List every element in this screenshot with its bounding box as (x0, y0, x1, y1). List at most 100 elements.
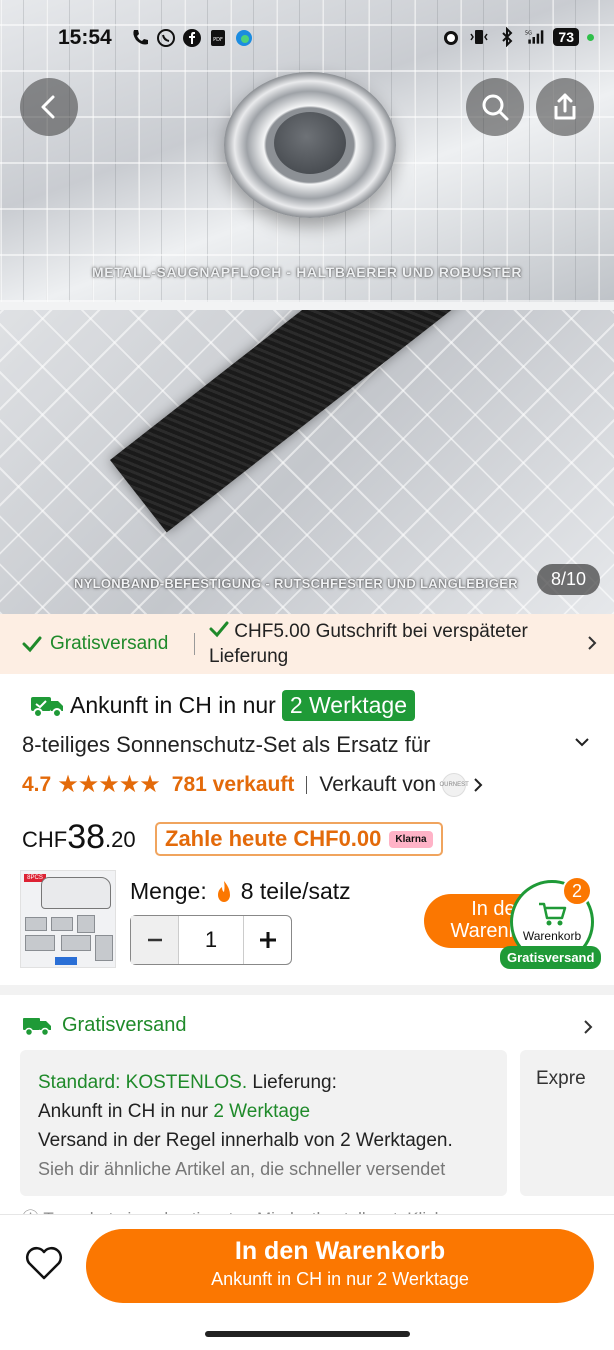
cart-label: Warenkorb (522, 929, 582, 943)
bottom-action-bar: In den Warenkorb Ankunft in CH in nur 2 … (0, 1214, 614, 1350)
share-icon (554, 93, 576, 120)
search-icon (482, 94, 509, 121)
standard-arrival-prefix: Ankunft in CH in nur (38, 1101, 209, 1122)
network-label: 5G (525, 31, 532, 37)
facebook-icon (183, 29, 201, 47)
image-divider (0, 302, 614, 310)
shipping-option-express[interactable]: Expre (520, 1050, 614, 1196)
free-shipping-badge: Gratisversand (500, 946, 602, 969)
signal-icon: 5G (525, 30, 544, 44)
thumbnail-bag (55, 957, 77, 965)
bluetooth-icon (502, 27, 513, 47)
delivery-truck-icon (31, 696, 63, 718)
home-indicator[interactable] (205, 1331, 410, 1337)
usual-shipping-text: Versand in der Regel innerhalb von 2 Wer… (38, 1130, 453, 1151)
check-icon (22, 636, 42, 653)
sold-count: 781 verkauft (171, 772, 295, 796)
privacy-dot (587, 33, 594, 41)
nylon-strap-graphic (110, 310, 614, 533)
price-currency: CHF (22, 827, 68, 852)
arrival-info: Ankunft in CH in nur 2 Werktage (30, 690, 416, 721)
price: CHF 38 .20 (22, 818, 136, 857)
rating-value: 4.7 (22, 772, 52, 796)
product-image-strap (0, 310, 614, 614)
price-decimal: .20 (105, 827, 136, 852)
share-button[interactable] (536, 78, 594, 136)
thumbnail-panel (25, 935, 55, 951)
chevron-down-icon (575, 738, 589, 747)
thumbnail-panel (61, 935, 91, 951)
rating-row[interactable]: 4.7 ★★★★★ 781 verkauft Verkauft von OURN… (22, 770, 484, 799)
similar-items-text: Sieh dir ähnliche Artikel an, die schnel… (38, 1159, 446, 1179)
heart-icon[interactable] (24, 1245, 64, 1281)
klarna-logo: Klarna (389, 830, 433, 848)
cart-count-badge: 2 (562, 876, 592, 906)
image-caption-2: NYLONBAND-BEFESTIGUNG - RUTSCHFESTER UND… (74, 576, 518, 591)
chevron-left-icon (41, 95, 55, 119)
image-counter: 8/10 (536, 564, 600, 595)
promo-separator (194, 633, 195, 655)
notification-icons: PDF (130, 28, 254, 48)
product-title-row[interactable]: 8-teiliges Sonnenschutz-Set als Ersatz f… (22, 732, 602, 758)
quantity-label-row: Menge: 8 teile/satz (130, 878, 351, 905)
shipping-heading-label: Gratisversand (62, 1014, 187, 1036)
shipping-heading[interactable]: Gratisversand (22, 1014, 187, 1037)
add-to-cart-label: In den Warenkorb (234, 1237, 446, 1265)
delivery-label: Lieferung: (252, 1072, 337, 1093)
rating-separator (306, 775, 308, 794)
edge-browser-icon (236, 30, 252, 46)
chevron-right-icon (474, 777, 483, 792)
sold-by-label: Verkauft von (319, 772, 437, 796)
pay-today-label: Zahle heute CHF0.00 (165, 826, 382, 851)
pay-later-badge[interactable]: Zahle heute CHF0.00 Klarna (155, 822, 443, 856)
seller-logo[interactable]: OURNEST (439, 772, 469, 797)
promo-credit: CHF5.00 Gutschrift bei verspäteter Liefe… (209, 619, 569, 669)
add-to-cart-button[interactable]: In den Warenkorb Ankunft in CH in nur 2 … (86, 1229, 594, 1303)
delivery-truck-icon (23, 1017, 51, 1036)
quantity-stepper[interactable]: 1 (130, 915, 292, 965)
variant-thumbnail[interactable]: 8PCS (20, 870, 116, 968)
image-caption-1: METALL-SAUGNAPFLOCH - HALTBAERER UND ROB… (91, 264, 523, 280)
quantity-value[interactable]: 1 (179, 916, 243, 964)
shipping-option-standard[interactable]: Standard: KOSTENLOS. Lieferung: Ankunft … (20, 1050, 507, 1196)
section-divider (0, 985, 614, 995)
standard-arrival-days: 2 Werktage (213, 1101, 311, 1122)
chevron-right-icon (588, 636, 597, 650)
phone-icon (133, 30, 148, 45)
increase-quantity-button[interactable] (243, 916, 291, 964)
promo-strip[interactable]: Gratisversand CHF5.00 Gutschrift bei ver… (0, 614, 614, 674)
alarm-icon (444, 31, 459, 45)
arrival-prefix: Ankunft in CH in nur (70, 692, 276, 718)
battery-indicator: 73 (553, 28, 579, 46)
promo-free-shipping-label: Gratisversand (50, 633, 169, 654)
back-button[interactable] (20, 78, 78, 136)
chevron-right-icon[interactable] (582, 1018, 594, 1036)
check-icon (209, 621, 229, 638)
thumbnail-panel (25, 917, 47, 931)
promo-credit-label: CHF5.00 Gutschrift bei verspäteter Liefe… (209, 621, 528, 667)
express-label: Expre (536, 1068, 586, 1089)
svg-text:PDF: PDF (213, 37, 223, 43)
decrease-quantity-button[interactable] (131, 916, 179, 964)
minus-icon (147, 938, 162, 942)
pdf-icon: PDF (211, 30, 225, 46)
flame-icon (217, 880, 230, 902)
plus-icon (259, 932, 276, 948)
add-to-cart-arrival: Ankunft in CH in nur 2 Werktage (211, 1269, 469, 1289)
price-main: 38 (67, 818, 106, 856)
star-rating: ★★★★★ (57, 771, 161, 798)
thumbnail-panel (95, 935, 113, 961)
status-time: 15:54 (58, 26, 112, 49)
quantity-variant: 8 teile/satz (240, 878, 351, 904)
status-bar: 15:54 PDF 5G 73 (0, 0, 614, 78)
product-image-gallery[interactable]: METALL-SAUGNAPFLOCH - HALTBAERER UND ROB… (0, 0, 614, 614)
thumbnail-car (41, 877, 111, 909)
promo-free-shipping: Gratisversand (0, 633, 188, 655)
search-button[interactable] (466, 78, 524, 136)
arrival-badge: 2 Werktage (281, 690, 416, 721)
thumbnail-panel (51, 917, 73, 931)
thumbnail-panel (77, 915, 95, 933)
quantity-label: Menge: (130, 878, 207, 904)
standard-line: Standard: KOSTENLOS. Lieferung: (38, 1068, 489, 1097)
cart-icon (539, 902, 567, 926)
